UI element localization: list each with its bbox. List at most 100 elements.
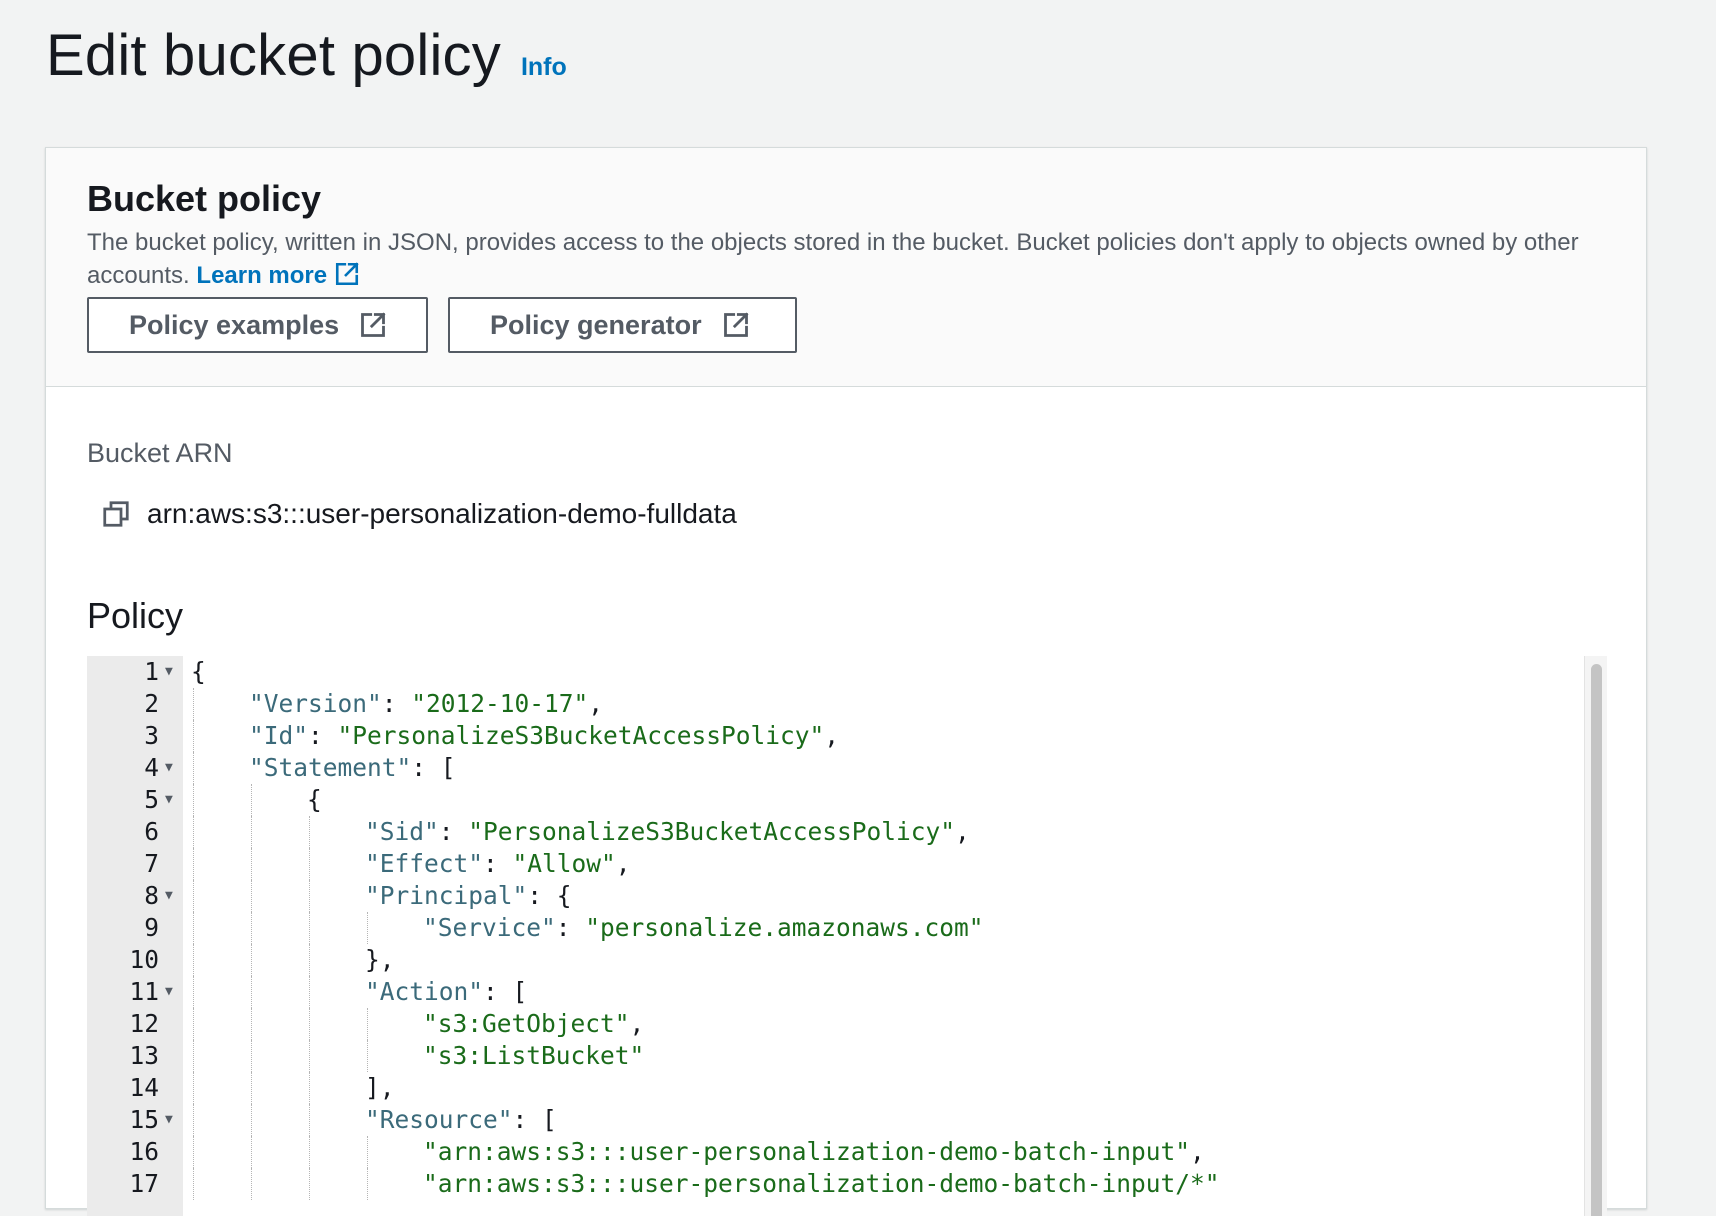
indent-guide — [251, 976, 252, 1008]
bucket-arn-label: Bucket ARN — [87, 438, 233, 468]
indent-guide — [251, 912, 252, 944]
copy-icon[interactable] — [101, 499, 131, 529]
indent-guide — [251, 1168, 252, 1200]
bucket-policy-title: Bucket policy — [87, 178, 322, 219]
indent-guide — [193, 944, 194, 976]
indent-guide — [193, 1008, 194, 1040]
line-number: 11 — [129, 977, 159, 1006]
json-punctuation: , — [1190, 1137, 1205, 1166]
fold-arrow-icon[interactable]: ▼ — [165, 976, 173, 1008]
json-punctuation: , — [955, 817, 970, 846]
json-key: "Statement" — [249, 753, 412, 782]
json-punctuation: : { — [527, 881, 572, 910]
code-text: "Service": "personalize.amazonaws.com" — [423, 912, 984, 944]
editor-scroll-thumb[interactable] — [1591, 664, 1602, 1216]
indent-guide — [309, 848, 310, 880]
external-link-icon — [335, 262, 359, 286]
indent-guide — [367, 1168, 368, 1200]
fold-arrow-icon[interactable]: ▼ — [165, 656, 173, 688]
indent-guide — [193, 976, 194, 1008]
json-string: "arn:aws:s3:::user-personalization-demo-… — [423, 1137, 1191, 1166]
code-text: "Statement": [ — [249, 752, 456, 784]
line-number: 17 — [129, 1169, 159, 1198]
code-line: 16 "arn:aws:s3:::user-personalization-dem… — [87, 1136, 1607, 1168]
page-header: Edit bucket policy Info — [46, 22, 567, 89]
code-line: 4 ▼ "Statement": [ — [87, 752, 1607, 784]
indent-guide — [367, 1040, 368, 1072]
code-line: 6 "Sid": "PersonalizeS3BucketAccessPolicy… — [87, 816, 1607, 848]
indent-guide — [367, 1008, 368, 1040]
indent-guide — [251, 784, 252, 816]
bucket-policy-description: The bucket policy, written in JSON, prov… — [87, 226, 1607, 292]
indent-guide — [193, 1136, 194, 1168]
line-number: 14 — [129, 1073, 159, 1102]
code-line: 17 "arn:aws:s3:::user-personalization-dem… — [87, 1168, 1607, 1200]
code-text: "s3:GetObject", — [423, 1008, 644, 1040]
json-key: "Version" — [249, 689, 382, 718]
json-string: "s3:GetObject" — [423, 1009, 630, 1038]
indent-guide — [193, 848, 194, 880]
policy-editor[interactable]: 1 ▼{2 "Version": "2012-10-17", 3 "Id": "Pers… — [87, 656, 1607, 1216]
fold-arrow-icon[interactable]: ▼ — [165, 784, 173, 816]
json-punctuation: , — [588, 689, 604, 718]
indent-guide — [309, 1168, 310, 1200]
indent-guide — [193, 1104, 194, 1136]
code-text: "Effect": "Allow", — [365, 848, 631, 880]
line-number: 10 — [129, 945, 159, 974]
code-text: "arn:aws:s3:::user-personalization-demo-… — [423, 1168, 1220, 1200]
indent-guide — [367, 912, 368, 944]
line-number: 8 — [144, 881, 159, 910]
fold-arrow-icon[interactable]: ▼ — [165, 880, 173, 912]
fold-arrow-icon[interactable]: ▼ — [165, 752, 173, 784]
json-key: "Sid" — [365, 817, 439, 846]
fold-arrow-icon[interactable]: ▼ — [165, 1104, 173, 1136]
json-punctuation: : — [555, 913, 586, 942]
policy-generator-button[interactable]: Policy generator — [448, 297, 797, 353]
json-key: "Id" — [249, 721, 309, 750]
json-punctuation: : — [381, 689, 412, 718]
indent-guide — [309, 1136, 310, 1168]
indent-guide — [193, 752, 194, 784]
policy-examples-button[interactable]: Policy examples — [87, 297, 428, 353]
indent-guide — [309, 816, 310, 848]
json-key: "Service" — [423, 913, 556, 942]
json-punctuation: : — [308, 721, 338, 750]
line-number: 15 — [129, 1105, 159, 1134]
line-number: 6 — [144, 817, 159, 846]
line-number: 13 — [129, 1041, 159, 1070]
code-text: "Sid": "PersonalizeS3BucketAccessPolicy"… — [365, 816, 970, 848]
learn-more-link[interactable]: Learn more — [196, 262, 359, 289]
code-line: 8 ▼ "Principal": { — [87, 880, 1607, 912]
code-text: "s3:ListBucket" — [423, 1040, 644, 1072]
policy-generator-label: Policy generator — [490, 309, 702, 340]
json-punctuation: : — [483, 849, 513, 878]
indent-guide — [367, 1136, 368, 1168]
json-punctuation: : — [438, 817, 469, 846]
json-key: "Action" — [365, 977, 484, 1006]
indent-guide — [193, 720, 194, 752]
json-punctuation: , — [615, 849, 631, 878]
json-key: "Resource" — [365, 1105, 513, 1134]
line-number: 16 — [129, 1137, 159, 1166]
code-line: 7 "Effect": "Allow", — [87, 848, 1607, 880]
page-title: Edit bucket policy — [46, 23, 501, 88]
indent-guide — [251, 880, 252, 912]
json-string: "s3:ListBucket" — [423, 1041, 645, 1070]
json-punctuation: : [ — [512, 1105, 557, 1134]
indent-guide — [251, 1136, 252, 1168]
code-line: 14], — [87, 1072, 1607, 1104]
json-punctuation: ], — [365, 1073, 395, 1102]
indent-guide — [309, 976, 310, 1008]
line-number: 5 — [144, 785, 159, 814]
code-line: 12 "s3:GetObject", — [87, 1008, 1607, 1040]
line-number: 7 — [144, 849, 159, 878]
line-number: 9 — [144, 913, 159, 942]
json-punctuation: , — [824, 721, 840, 750]
json-punctuation: : [ — [483, 977, 528, 1006]
code-text: "Version": "2012-10-17", — [249, 688, 603, 720]
info-link[interactable]: Info — [521, 53, 567, 82]
line-number: 2 — [144, 689, 159, 718]
editor-scrollbar[interactable] — [1584, 656, 1607, 1216]
indent-guide — [309, 1072, 310, 1104]
indent-guide — [193, 688, 194, 720]
